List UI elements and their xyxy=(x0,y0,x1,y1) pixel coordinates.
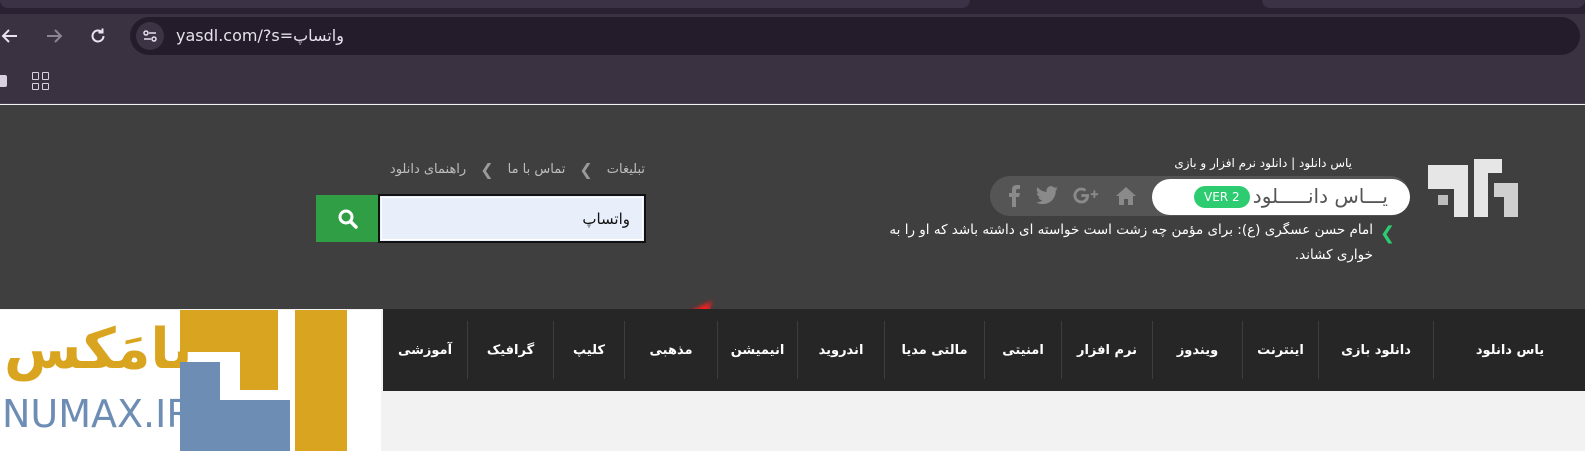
screenshot-root: yasdl.com/?s=واتساپ یاس دانلود | دانلود … xyxy=(0,0,1585,451)
nav-item-windows[interactable]: ویندوز xyxy=(1153,321,1242,379)
forward-icon xyxy=(47,29,63,43)
daily-quote: امام حسن عسگری (ع): برای مؤمن چه زشت است… xyxy=(889,222,1373,263)
twitter-icon[interactable] xyxy=(1034,183,1060,209)
bookmark-icon[interactable] xyxy=(0,75,7,87)
main-nav: یاس دانلود دانلود بازی اینترنت ویندوز نر… xyxy=(383,309,1585,391)
reload-icon xyxy=(91,28,105,43)
watermark-latin-text: NUMAX.IR xyxy=(2,392,193,436)
site-logo[interactable] xyxy=(1424,155,1522,229)
google-plus-icon[interactable] xyxy=(1073,183,1099,209)
nav-item-security[interactable]: امنیتی xyxy=(985,321,1061,379)
search-input[interactable] xyxy=(378,194,646,243)
home-icon[interactable] xyxy=(1113,183,1139,209)
browser-toolbar: yasdl.com/?s=واتساپ xyxy=(0,14,1585,58)
nav-divider xyxy=(624,321,625,379)
site-header: یاس دانلود | دانلود نرم افزار و بازی VER… xyxy=(0,105,1585,357)
apps-grid-icon[interactable] xyxy=(32,72,50,90)
chevron-left-icon: ❯ xyxy=(480,160,494,179)
nav-divider xyxy=(984,321,985,379)
chevron-left-icon: ❯ xyxy=(579,160,593,179)
nav-item-tutorials[interactable]: آموزشی xyxy=(383,321,467,379)
nav-divider xyxy=(1152,321,1153,379)
nav-divider xyxy=(884,321,885,379)
search-button[interactable] xyxy=(316,195,379,242)
address-bar[interactable]: yasdl.com/?s=واتساپ xyxy=(130,17,1580,55)
back-icon xyxy=(1,29,17,43)
nav-divider xyxy=(467,321,468,379)
nav-divider xyxy=(1242,321,1243,379)
url-text[interactable]: yasdl.com/?s=واتساپ xyxy=(176,26,344,45)
nav-item-multimedia[interactable]: مالتی مدیا xyxy=(885,321,984,379)
brand-name: یـــاس دانـــــلود xyxy=(1252,184,1388,208)
brand-pill[interactable]: VER 2 یـــاس دانـــــلود xyxy=(1152,179,1410,215)
nav-divider xyxy=(553,321,554,379)
nav-divider xyxy=(717,321,718,379)
browser-tab[interactable] xyxy=(0,0,970,8)
site-info-button[interactable] xyxy=(136,22,164,50)
facebook-icon[interactable] xyxy=(1001,183,1027,209)
nav-item-religious[interactable]: مذهبی xyxy=(625,321,717,379)
nav-divider xyxy=(1061,321,1062,379)
site-tagline: یاس دانلود | دانلود نرم افزار و بازی xyxy=(1174,156,1352,170)
back-button[interactable] xyxy=(0,22,24,50)
reload-button[interactable] xyxy=(84,22,112,50)
nav-divider xyxy=(1433,321,1434,379)
top-link-download-guide[interactable]: راهنمای دانلود xyxy=(390,162,466,177)
numax-watermark: نامَکس NUMAX.IR xyxy=(0,310,381,451)
top-link-ads[interactable]: تبلیغات xyxy=(607,162,645,177)
site-info-icon xyxy=(143,30,157,42)
nav-item-internet[interactable]: اینترنت xyxy=(1243,321,1318,379)
browser-tab[interactable] xyxy=(1262,0,1585,8)
nav-item-clip[interactable]: کلیپ xyxy=(554,321,624,379)
numax-logo xyxy=(180,310,380,451)
nav-divider xyxy=(1318,321,1319,379)
nav-item-yasdl[interactable]: یاس دانلود xyxy=(1435,321,1585,379)
nav-item-graphics[interactable]: گرافیک xyxy=(468,321,553,379)
version-badge: VER 2 xyxy=(1194,186,1250,208)
top-link-contact[interactable]: تماس با ما xyxy=(508,162,566,177)
browser-tab-strip xyxy=(0,0,1585,14)
nav-item-android[interactable]: اندروید xyxy=(798,321,884,379)
watermark-persian-text: نامَکس xyxy=(4,317,193,382)
nav-item-games[interactable]: دانلود بازی xyxy=(1319,321,1433,379)
nav-divider xyxy=(797,321,798,379)
nav-item-software[interactable]: نرم افزار xyxy=(1062,321,1152,379)
search-icon xyxy=(338,209,358,229)
bookmarks-bar xyxy=(0,58,1585,104)
top-links: تبلیغات ❯ تماس با ما ❯ راهنمای دانلود xyxy=(390,160,645,179)
nav-item-animation[interactable]: انیمیشن xyxy=(718,321,797,379)
forward-button[interactable] xyxy=(40,22,68,50)
